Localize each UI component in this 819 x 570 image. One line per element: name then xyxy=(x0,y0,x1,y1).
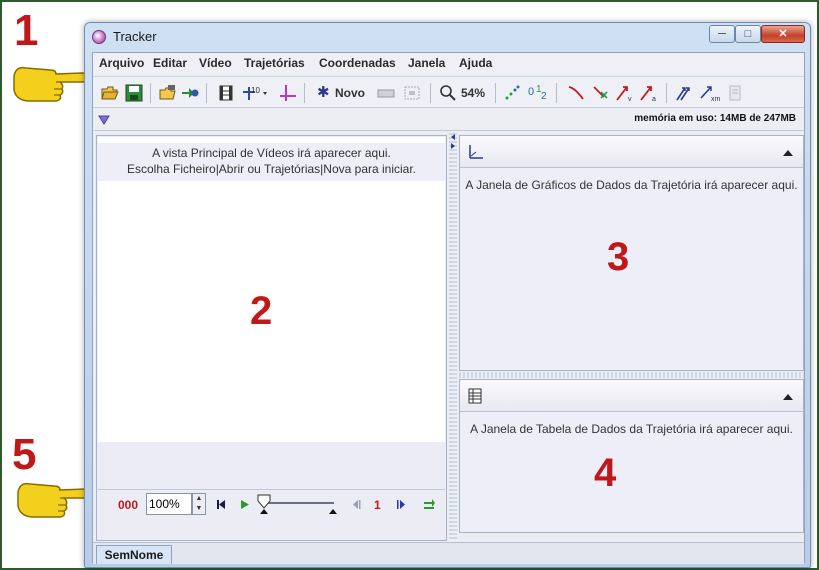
toolbar-separator xyxy=(430,83,431,103)
video-message-line-2: Escolha Ficheiro|Abrir ou Trajetórias|No… xyxy=(126,162,417,176)
step-size[interactable]: 1 xyxy=(374,498,381,512)
video-placeholder-message: A vista Principal de Vídeos irá aparecer… xyxy=(98,143,445,181)
tracker-app-icon xyxy=(92,30,106,44)
collapse-arrow-icon[interactable] xyxy=(783,393,793,400)
import-arrow-icon[interactable] xyxy=(181,84,199,102)
rate-spinner[interactable]: ▲ ▼ xyxy=(192,493,206,515)
svg-text:xm: xm xyxy=(711,96,721,102)
tracker-window: Tracker ─ □ ✕ Arquivo Editar Vídeo Traje… xyxy=(84,22,811,568)
graph-panel-header xyxy=(460,136,803,168)
tab-bar: SemNome xyxy=(93,542,804,564)
acceleration-vector-icon[interactable]: a xyxy=(639,84,659,102)
table-view-panel: A Janela de Tabela de Dados da Trajetóri… xyxy=(459,379,804,533)
table-placeholder-message: A Janela de Tabela de Dados da Trajetóri… xyxy=(470,422,793,436)
svg-text:a: a xyxy=(652,96,656,102)
dropdown-triangle-icon[interactable] xyxy=(98,115,110,125)
spinner-down-icon[interactable]: ▼ xyxy=(193,504,205,514)
memory-usage: memória em uso: 14MB de 247MB xyxy=(634,113,796,124)
notes-icon[interactable] xyxy=(727,84,743,102)
track-control-icon[interactable] xyxy=(377,84,395,102)
frame-slider[interactable] xyxy=(256,492,342,516)
annotation-label-5: 5 xyxy=(12,430,37,479)
svg-text:v: v xyxy=(628,96,632,102)
toolbar-separator xyxy=(150,83,151,103)
rewind-icon[interactable] xyxy=(216,499,226,510)
positions-icon[interactable] xyxy=(591,84,611,102)
tab-semnome[interactable]: SemNome xyxy=(96,545,172,564)
zoom-magnifier-icon[interactable] xyxy=(439,84,457,102)
table-icon[interactable] xyxy=(468,388,482,404)
toolbar-separator xyxy=(666,83,667,103)
step-back-icon[interactable] xyxy=(352,499,362,510)
horizontal-splitter[interactable] xyxy=(459,372,804,378)
annotation-label-1: 1 xyxy=(14,6,39,55)
menu-bar: Arquivo Editar Vídeo Trajetórias Coorden… xyxy=(93,53,804,75)
graph-icon[interactable] xyxy=(468,144,484,160)
save-icon[interactable] xyxy=(125,84,143,102)
axes-icon[interactable] xyxy=(279,84,297,102)
toolbar: 10 ✱ Novo 54% 012 v a xm xyxy=(93,76,804,108)
new-track-star-icon[interactable]: ✱ xyxy=(317,84,330,102)
vector-sum-icon[interactable] xyxy=(675,84,695,102)
graph-placeholder-message: A Janela de Gráficos de Dados da Trajetó… xyxy=(465,178,798,192)
calibration-tools-icon[interactable]: 10 xyxy=(241,84,269,102)
trails-icon[interactable] xyxy=(503,84,521,102)
menu-coordenadas[interactable]: Coordenadas xyxy=(319,56,396,70)
menu-trajetorias[interactable]: Trajetórias xyxy=(244,56,305,70)
rate-field[interactable]: 100% xyxy=(146,493,192,515)
toolbar-separator xyxy=(556,83,557,103)
toolbar-separator xyxy=(495,83,496,103)
title-bar[interactable]: Tracker ─ □ ✕ xyxy=(85,23,810,51)
minimize-button[interactable]: ─ xyxy=(709,25,735,43)
labels-icon[interactable]: 0 12 xyxy=(527,84,549,102)
svg-text:10: 10 xyxy=(251,86,260,95)
menu-video[interactable]: Vídeo xyxy=(199,56,232,70)
open-video-icon[interactable] xyxy=(159,84,177,102)
pointing-hand-icon xyxy=(13,66,89,102)
svg-text:2: 2 xyxy=(541,91,547,102)
step-forward-icon[interactable] xyxy=(396,499,406,510)
video-message-line-1: A vista Principal de Vídeos irá aparecer… xyxy=(152,146,391,160)
menu-editar[interactable]: Editar xyxy=(153,56,187,70)
clip-settings-icon[interactable] xyxy=(217,84,235,102)
svg-text:0: 0 xyxy=(528,86,534,98)
close-button[interactable]: ✕ xyxy=(761,25,805,43)
open-folder-icon[interactable] xyxy=(101,84,119,102)
zoom-level[interactable]: 54% xyxy=(461,84,485,102)
frame-counter[interactable]: 000 xyxy=(118,498,138,512)
menu-janela[interactable]: Janela xyxy=(408,56,445,70)
vertical-splitter[interactable] xyxy=(449,133,457,541)
pointing-hand-icon xyxy=(17,482,93,518)
toolbar-separator xyxy=(206,83,207,103)
annotation-label-4: 4 xyxy=(594,451,617,495)
maximize-button[interactable]: □ xyxy=(735,25,761,43)
autotracker-icon[interactable] xyxy=(403,84,421,102)
play-icon[interactable] xyxy=(240,499,250,510)
loop-icon[interactable] xyxy=(422,497,436,511)
splitter-arrows-icon[interactable] xyxy=(450,133,456,151)
toolbar-separator xyxy=(304,83,305,103)
menu-ajuda[interactable]: Ajuda xyxy=(459,56,492,70)
path-line-icon[interactable] xyxy=(567,84,585,102)
menu-arquivo[interactable]: Arquivo xyxy=(99,56,144,70)
annotation-label-3: 3 xyxy=(607,235,630,279)
table-panel-header xyxy=(460,380,803,412)
spinner-up-icon[interactable]: ▲ xyxy=(193,494,205,504)
video-view-panel: A vista Principal de Vídeos irá aparecer… xyxy=(96,135,447,541)
player-bar: 000 100% ▲ ▼ 1 xyxy=(98,489,445,519)
new-track-button[interactable]: Novo xyxy=(335,84,365,102)
annotation-label-2: 2 xyxy=(250,289,273,333)
info-bar: memória em uso: 14MB de 247MB xyxy=(93,109,804,131)
window-title: Tracker xyxy=(113,29,157,44)
collapse-arrow-icon[interactable] xyxy=(783,149,793,156)
center-of-mass-icon[interactable]: xm xyxy=(699,84,721,102)
client-area: Arquivo Editar Vídeo Trajetórias Coorden… xyxy=(92,52,805,564)
graph-view-panel: A Janela de Gráficos de Dados da Trajetó… xyxy=(459,135,804,371)
velocity-vector-icon[interactable]: v xyxy=(615,84,635,102)
